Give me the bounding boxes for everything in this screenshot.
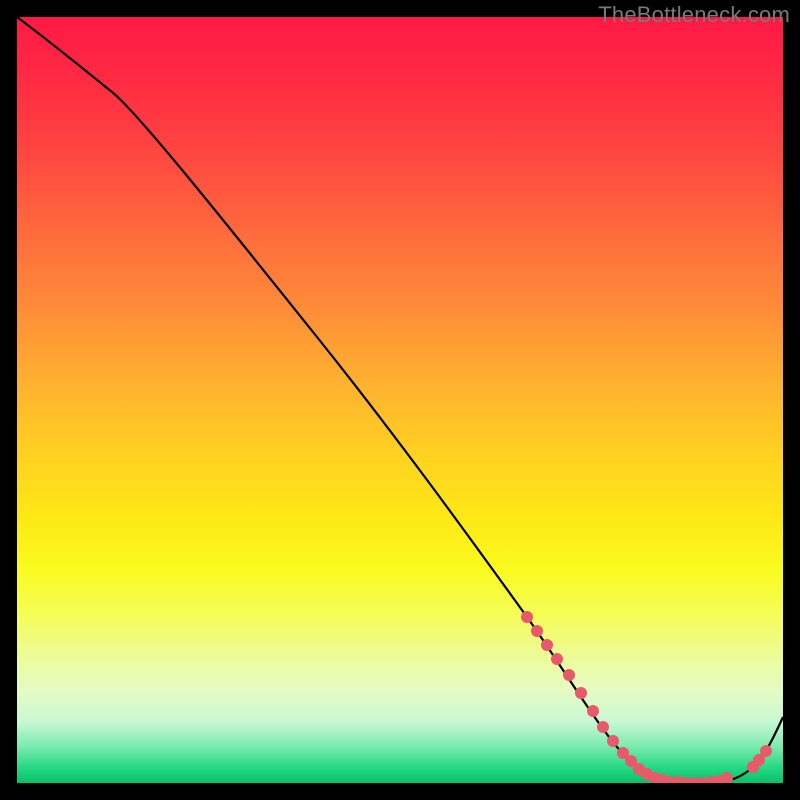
curve-path [17, 17, 783, 783]
watermark-text: TheBottleneck.com [598, 2, 790, 28]
marker-cluster-right [747, 745, 772, 773]
bottleneck-curve [17, 17, 783, 783]
chart-area [17, 17, 783, 783]
marker-cluster-left [521, 611, 733, 783]
